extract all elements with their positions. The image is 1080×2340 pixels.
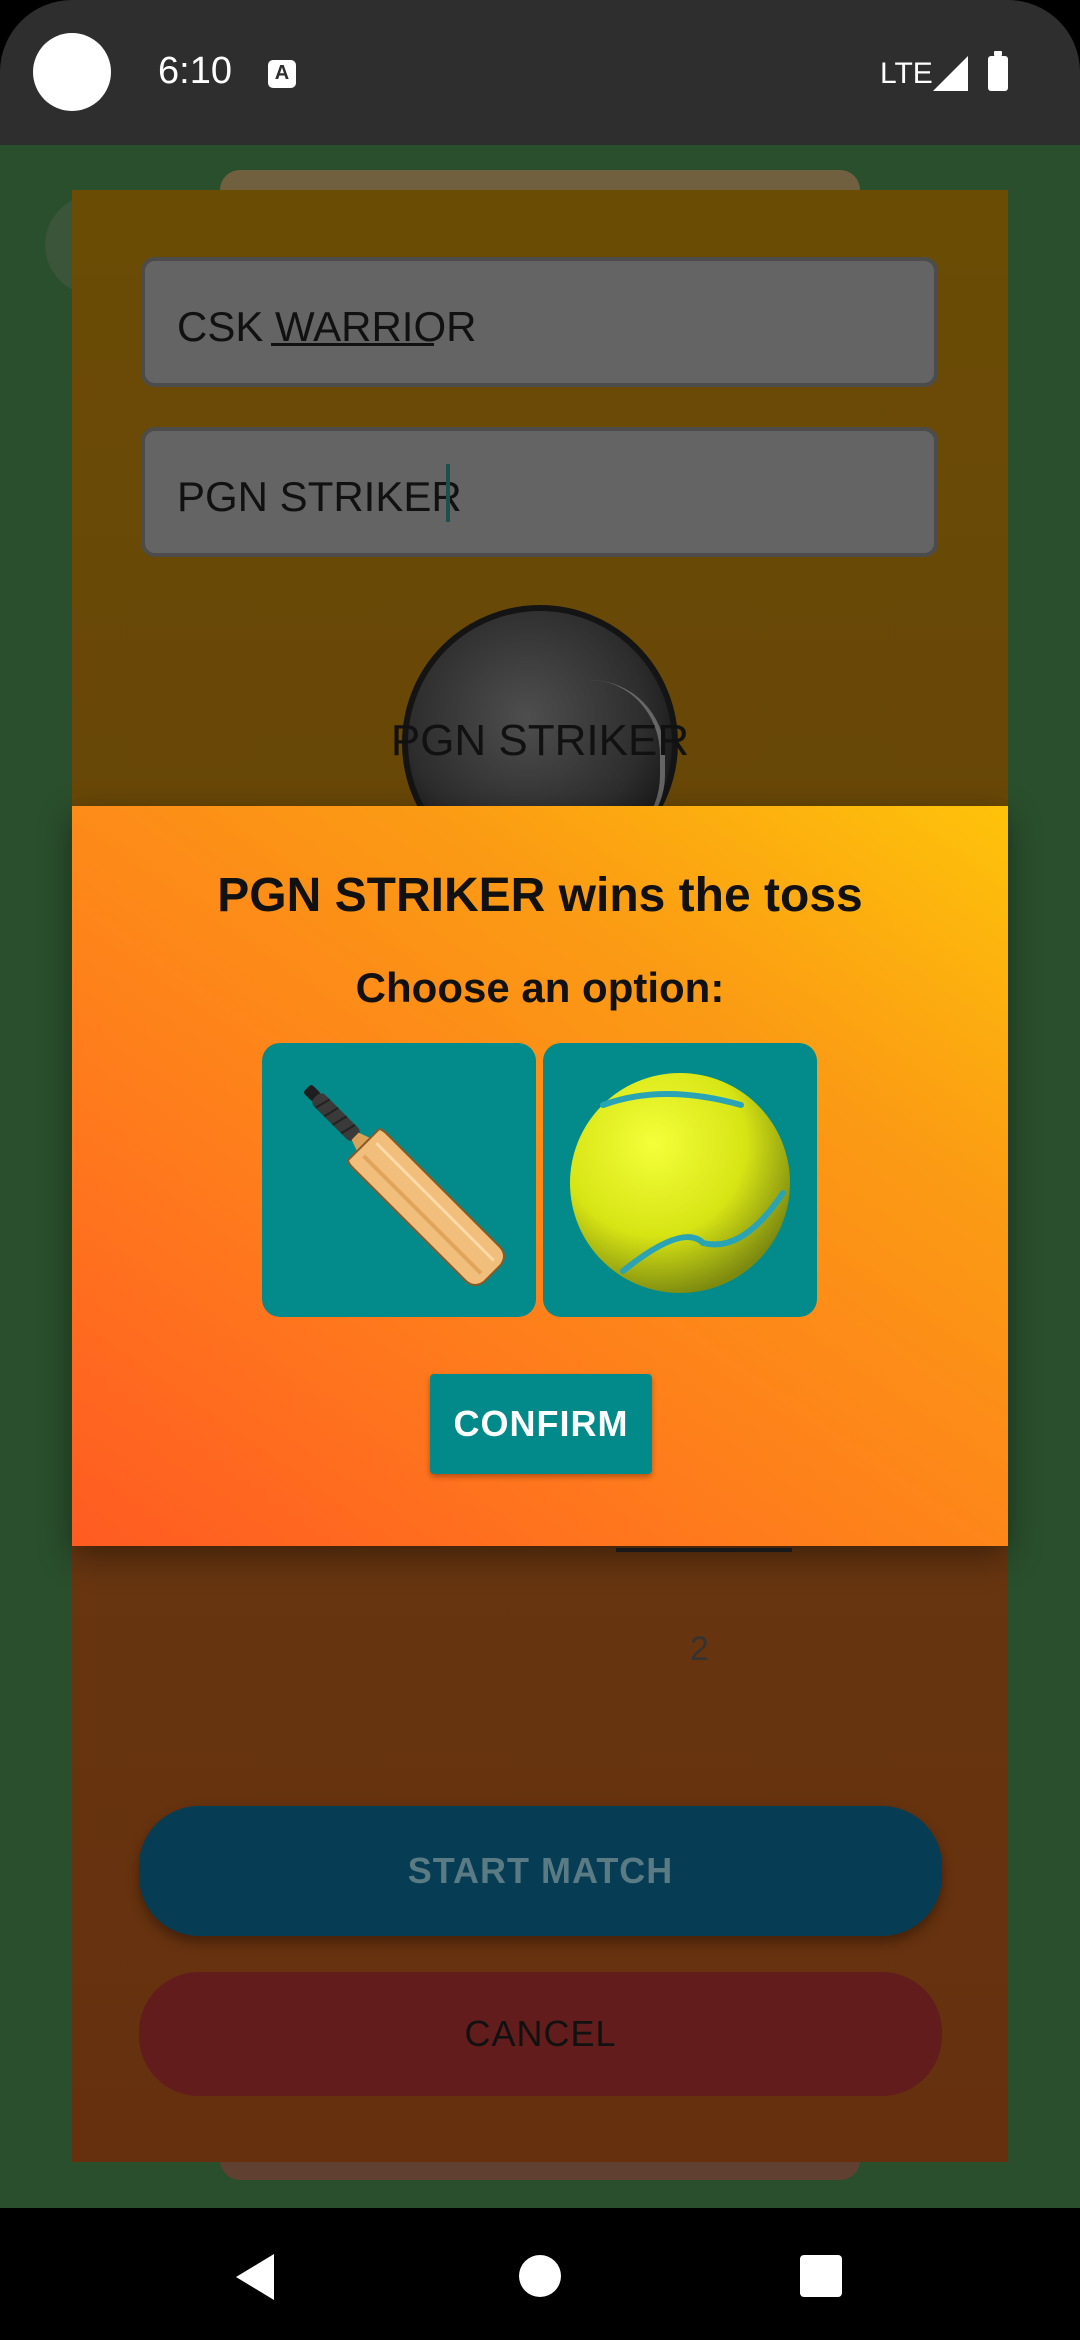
cricket-bat-icon [304,1085,506,1287]
recents-icon[interactable] [800,2255,842,2297]
bowl-option-button[interactable] [543,1043,817,1317]
notification-icon: A [268,60,296,88]
team2-input-value: PGN STRIKER [177,473,462,520]
tennis-ball-icon [570,1073,790,1293]
camera-cutout [33,33,111,111]
coin-result-label: PGN STRIKER [390,716,690,765]
confirm-button[interactable]: CONFIRM [430,1374,652,1474]
network-type: LTE [880,57,933,90]
spellcheck-underline [271,343,434,346]
overs-value[interactable]: 2 [690,1630,709,1669]
bat-option-button[interactable] [262,1043,536,1317]
dialog-title: PGN STRIKER wins the toss [217,869,863,922]
toss-dialog: PGN STRIKER wins the toss Choose an opti… [72,806,1008,1546]
signal-icon [933,56,968,91]
overs-underline [616,1548,792,1552]
home-icon[interactable] [519,2255,561,2297]
status-time: 6:10 [158,50,232,92]
back-icon[interactable] [236,2254,276,2300]
team1-input[interactable]: CSK WARRIOR [141,257,938,387]
text-cursor [446,464,450,522]
start-match-button[interactable]: START MATCH [139,1806,942,1936]
cancel-button[interactable]: CANCEL [139,1972,942,2096]
team2-input[interactable]: PGN STRIKER [141,427,938,557]
dialog-subtitle: Choose an option: [355,964,725,1011]
battery-icon [988,51,1008,91]
